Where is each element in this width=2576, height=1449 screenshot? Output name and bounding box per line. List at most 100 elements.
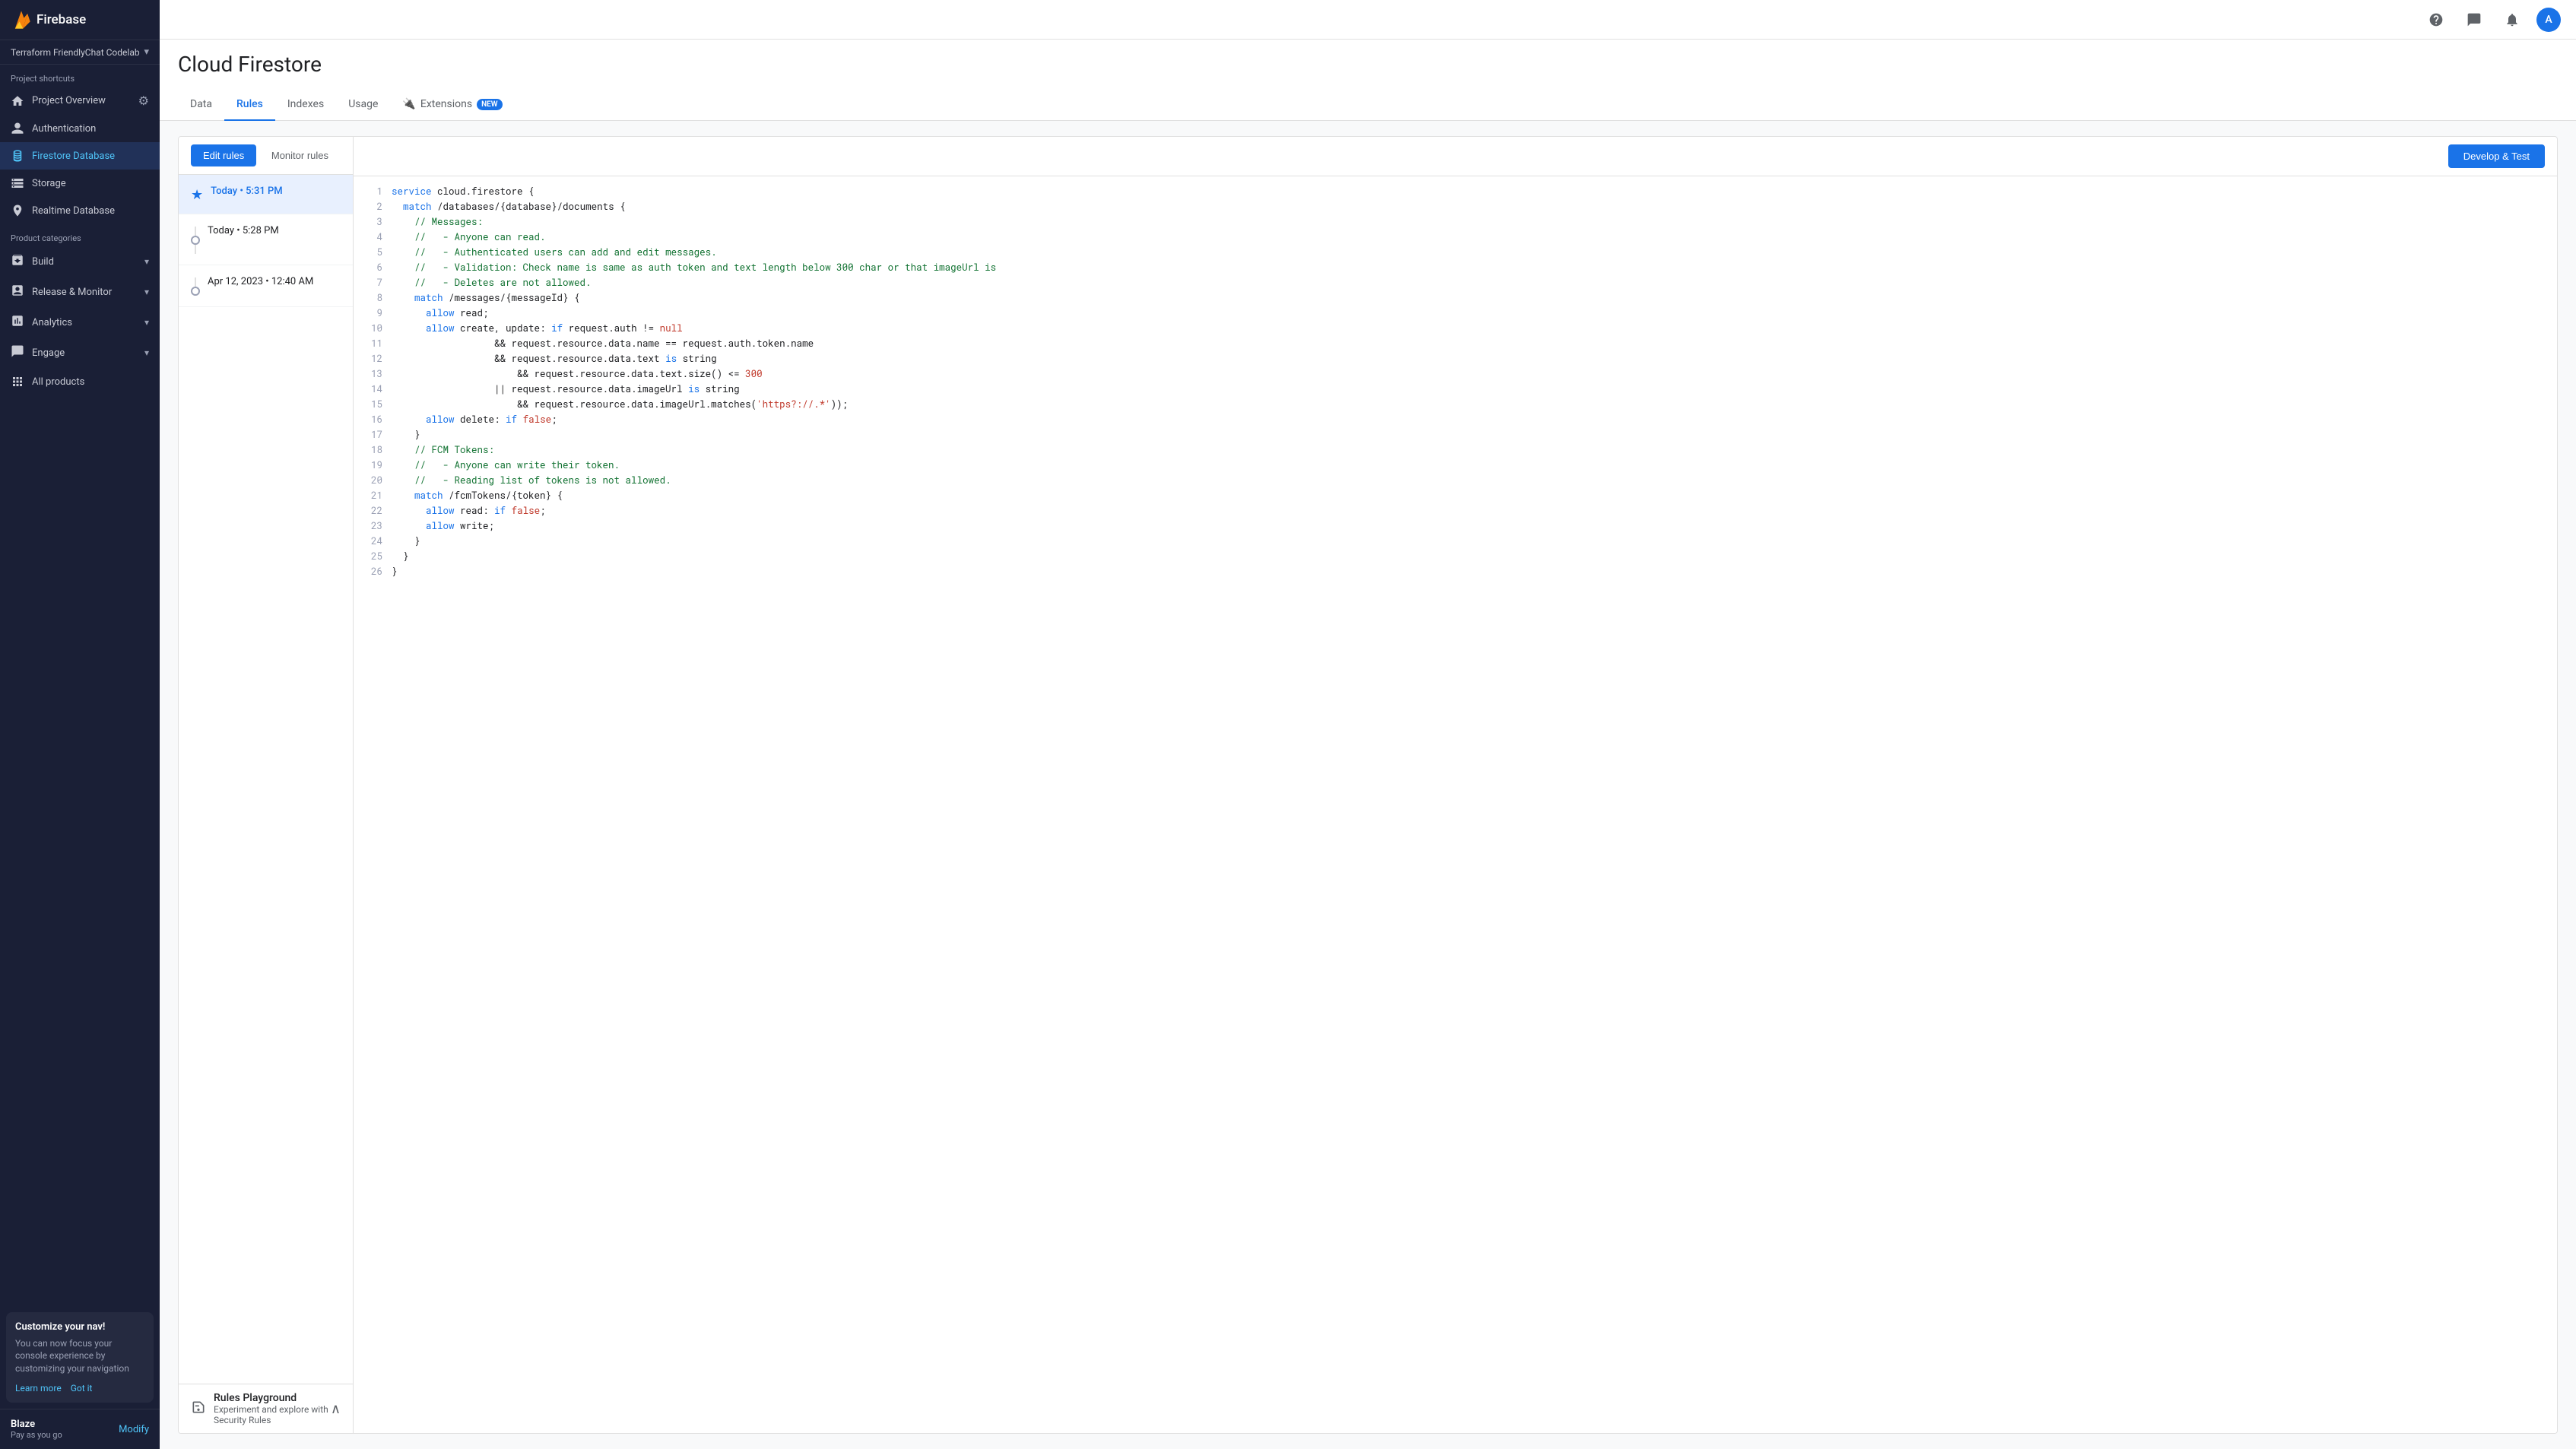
tab-rules-label: Rules bbox=[236, 98, 263, 110]
analytics-group-header[interactable]: Analytics ▾ bbox=[0, 307, 160, 338]
banner-title: Customize your nav! bbox=[15, 1321, 144, 1333]
project-selector[interactable]: Terraform FriendlyChat Codelab ▾ bbox=[0, 40, 160, 65]
playground-header[interactable]: Rules Playground Experiment and explore … bbox=[179, 1384, 353, 1433]
ln-6: 6 bbox=[366, 260, 382, 275]
build-label: Build bbox=[32, 256, 54, 268]
sidebar: Firebase Terraform FriendlyChat Codelab … bbox=[0, 0, 160, 1449]
grid-icon bbox=[11, 375, 24, 388]
learn-more-link[interactable]: Learn more bbox=[15, 1383, 62, 1394]
db-icon bbox=[11, 149, 24, 163]
sidebar-header: Firebase bbox=[0, 0, 160, 40]
sidebar-item-label-storage: Storage bbox=[32, 178, 66, 189]
ln-25: 25 bbox=[366, 549, 382, 564]
playground-subtitle: Experiment and explore with Security Rul… bbox=[214, 1404, 331, 1425]
build-chevron-icon: ▾ bbox=[144, 256, 149, 267]
rules-editor[interactable]: 1 2 3 4 5 6 7 8 9 10 11 12 13 bbox=[354, 176, 2557, 1433]
help-button[interactable] bbox=[2422, 6, 2450, 33]
sidebar-item-project-overview[interactable]: Project Overview ⚙ bbox=[0, 87, 160, 115]
code-line-26: } bbox=[392, 564, 2545, 579]
auth-icon bbox=[11, 122, 24, 135]
ln-3: 3 bbox=[366, 214, 382, 230]
firebase-flame-icon bbox=[11, 9, 32, 30]
engage-group-header[interactable]: Engage ▾ bbox=[0, 338, 160, 368]
settings-icon[interactable]: ⚙ bbox=[138, 94, 149, 108]
sidebar-item-label-auth: Authentication bbox=[32, 123, 96, 135]
edit-rules-button[interactable]: Edit rules bbox=[191, 144, 256, 166]
playground-title: Rules Playground bbox=[214, 1392, 331, 1404]
code-line-18: // FCM Tokens: bbox=[392, 442, 2545, 458]
monitor-rules-button[interactable]: Monitor rules bbox=[259, 144, 341, 166]
ln-22: 22 bbox=[366, 503, 382, 518]
version-date-1: Today • 5:31 PM bbox=[211, 185, 341, 197]
code-line-19: // - Anyone can write their token. bbox=[392, 458, 2545, 473]
version-item-1[interactable]: ★ Today • 5:31 PM bbox=[179, 175, 353, 214]
project-name: Terraform FriendlyChat Codelab bbox=[11, 47, 141, 58]
sidebar-item-firestore-database[interactable]: Firestore Database bbox=[0, 142, 160, 170]
tab-data[interactable]: Data bbox=[178, 89, 224, 121]
version-circle-3 bbox=[191, 287, 200, 296]
rules-sidebar: Edit rules Monitor rules ★ Today • 5:31 … bbox=[179, 137, 354, 1433]
all-products-label: All products bbox=[32, 376, 84, 388]
shortcuts-label: Project shortcuts bbox=[0, 65, 160, 87]
sidebar-item-storage[interactable]: Storage bbox=[0, 170, 160, 197]
ln-23: 23 bbox=[366, 518, 382, 534]
version-item-3[interactable]: Apr 12, 2023 • 12:40 AM bbox=[179, 265, 353, 307]
user-avatar[interactable]: A bbox=[2536, 8, 2561, 32]
develop-test-button[interactable]: Develop & Test bbox=[2448, 144, 2545, 168]
star-icon: ★ bbox=[191, 187, 203, 203]
ln-2: 2 bbox=[366, 199, 382, 214]
tab-indexes[interactable]: Indexes bbox=[275, 89, 336, 121]
sidebar-group-release-monitor[interactable]: Release & Monitor ▾ bbox=[0, 277, 160, 307]
ln-11: 11 bbox=[366, 336, 382, 351]
code-line-23: allow write; bbox=[392, 518, 2545, 534]
analytics-chevron-icon: ▾ bbox=[144, 317, 149, 328]
tabs-bar: Data Rules Indexes Usage 🔌 Extensions NE… bbox=[160, 89, 2576, 121]
code-line-14: || request.resource.data.imageUrl is str… bbox=[392, 382, 2545, 397]
release-icon bbox=[11, 284, 24, 300]
sidebar-item-all-products[interactable]: All products bbox=[0, 368, 160, 395]
new-badge: NEW bbox=[477, 99, 503, 110]
sidebar-item-authentication[interactable]: Authentication bbox=[0, 115, 160, 142]
chat-icon bbox=[2467, 12, 2482, 27]
code-line-24: } bbox=[392, 534, 2545, 549]
sidebar-group-build[interactable]: Build ▾ bbox=[0, 246, 160, 277]
page-title: Cloud Firestore bbox=[178, 52, 2558, 77]
code-line-8: match /messages/{messageId} { bbox=[392, 290, 2545, 306]
code-line-17: } bbox=[392, 427, 2545, 442]
tab-rules[interactable]: Rules bbox=[224, 89, 275, 121]
extensions-icon: 🔌 bbox=[402, 98, 415, 110]
sidebar-group-engage[interactable]: Engage ▾ bbox=[0, 338, 160, 368]
code-area: 1 2 3 4 5 6 7 8 9 10 11 12 13 bbox=[354, 176, 2557, 587]
notifications-button[interactable] bbox=[2498, 6, 2526, 33]
ln-24: 24 bbox=[366, 534, 382, 549]
ln-10: 10 bbox=[366, 321, 382, 336]
release-monitor-group-header[interactable]: Release & Monitor ▾ bbox=[0, 277, 160, 307]
modify-button[interactable]: Modify bbox=[119, 1424, 149, 1435]
engage-chevron-icon: ▾ bbox=[144, 347, 149, 358]
version-dot-2 bbox=[191, 225, 200, 254]
chat-button[interactable] bbox=[2460, 6, 2488, 33]
tab-usage[interactable]: Usage bbox=[336, 89, 390, 121]
rules-container: Edit rules Monitor rules ★ Today • 5:31 … bbox=[178, 136, 2558, 1434]
project-dropdown-icon: ▾ bbox=[144, 46, 149, 58]
ln-1: 1 bbox=[366, 184, 382, 199]
code-line-13: && request.resource.data.text.size() <= … bbox=[392, 366, 2545, 382]
tab-extensions[interactable]: 🔌 Extensions NEW bbox=[390, 89, 514, 121]
code-line-20: // - Reading list of tokens is not allow… bbox=[392, 473, 2545, 488]
playground-chevron-icon: ∧ bbox=[331, 1401, 341, 1417]
got-it-link[interactable]: Got it bbox=[71, 1383, 93, 1394]
sidebar-group-analytics[interactable]: Analytics ▾ bbox=[0, 307, 160, 338]
analytics-label: Analytics bbox=[32, 317, 72, 328]
code-line-1: service cloud.firestore { bbox=[392, 184, 2545, 199]
ln-21: 21 bbox=[366, 488, 382, 503]
home-icon bbox=[11, 94, 24, 108]
code-line-16: allow delete: if false; bbox=[392, 412, 2545, 427]
sidebar-item-realtime-database[interactable]: Realtime Database bbox=[0, 197, 160, 224]
version-item-2[interactable]: Today • 5:28 PM bbox=[179, 214, 353, 265]
version-date-2: Today • 5:28 PM bbox=[208, 225, 341, 236]
ln-17: 17 bbox=[366, 427, 382, 442]
ln-7: 7 bbox=[366, 275, 382, 290]
ln-15: 15 bbox=[366, 397, 382, 412]
build-group-header[interactable]: Build ▾ bbox=[0, 246, 160, 277]
version-line-bottom-2 bbox=[195, 245, 196, 254]
